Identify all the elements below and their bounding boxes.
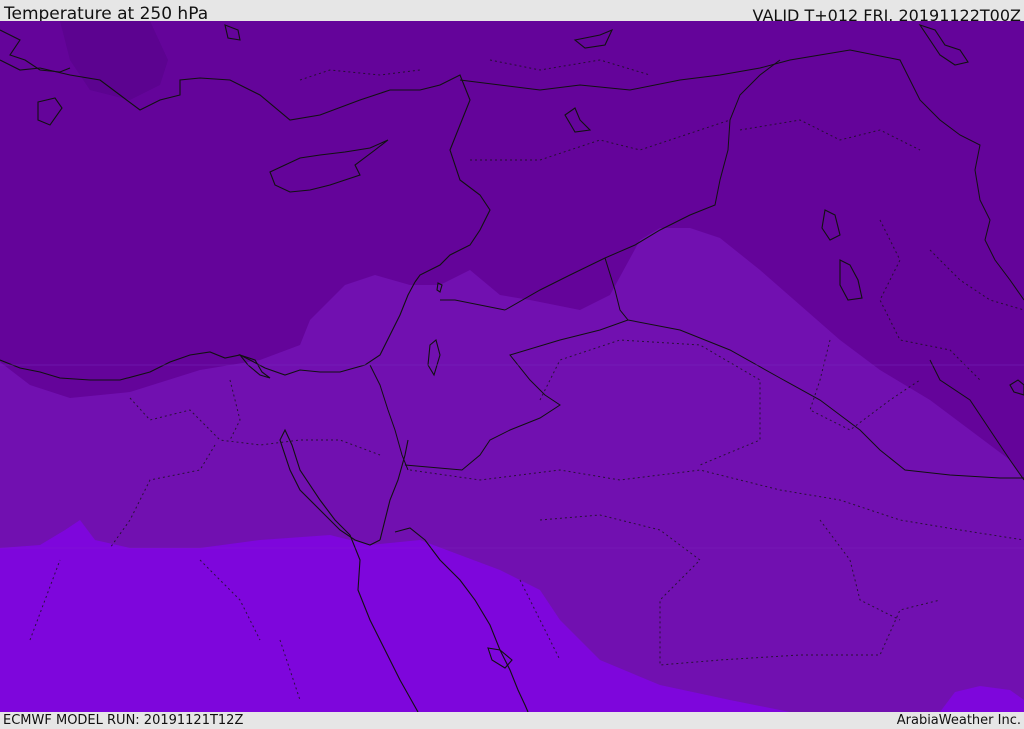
header-bar: Temperature at 250 hPa VALID T+012 FRI. … bbox=[0, 0, 1024, 25]
model-run-label: ECMWF MODEL RUN: 20191121T12Z bbox=[3, 713, 244, 728]
footer-bar: ECMWF MODEL RUN: 20191121T12Z ArabiaWeat… bbox=[0, 712, 1024, 729]
credit-label: ArabiaWeather Inc. bbox=[896, 713, 1021, 728]
temperature-map bbox=[0, 21, 1024, 712]
